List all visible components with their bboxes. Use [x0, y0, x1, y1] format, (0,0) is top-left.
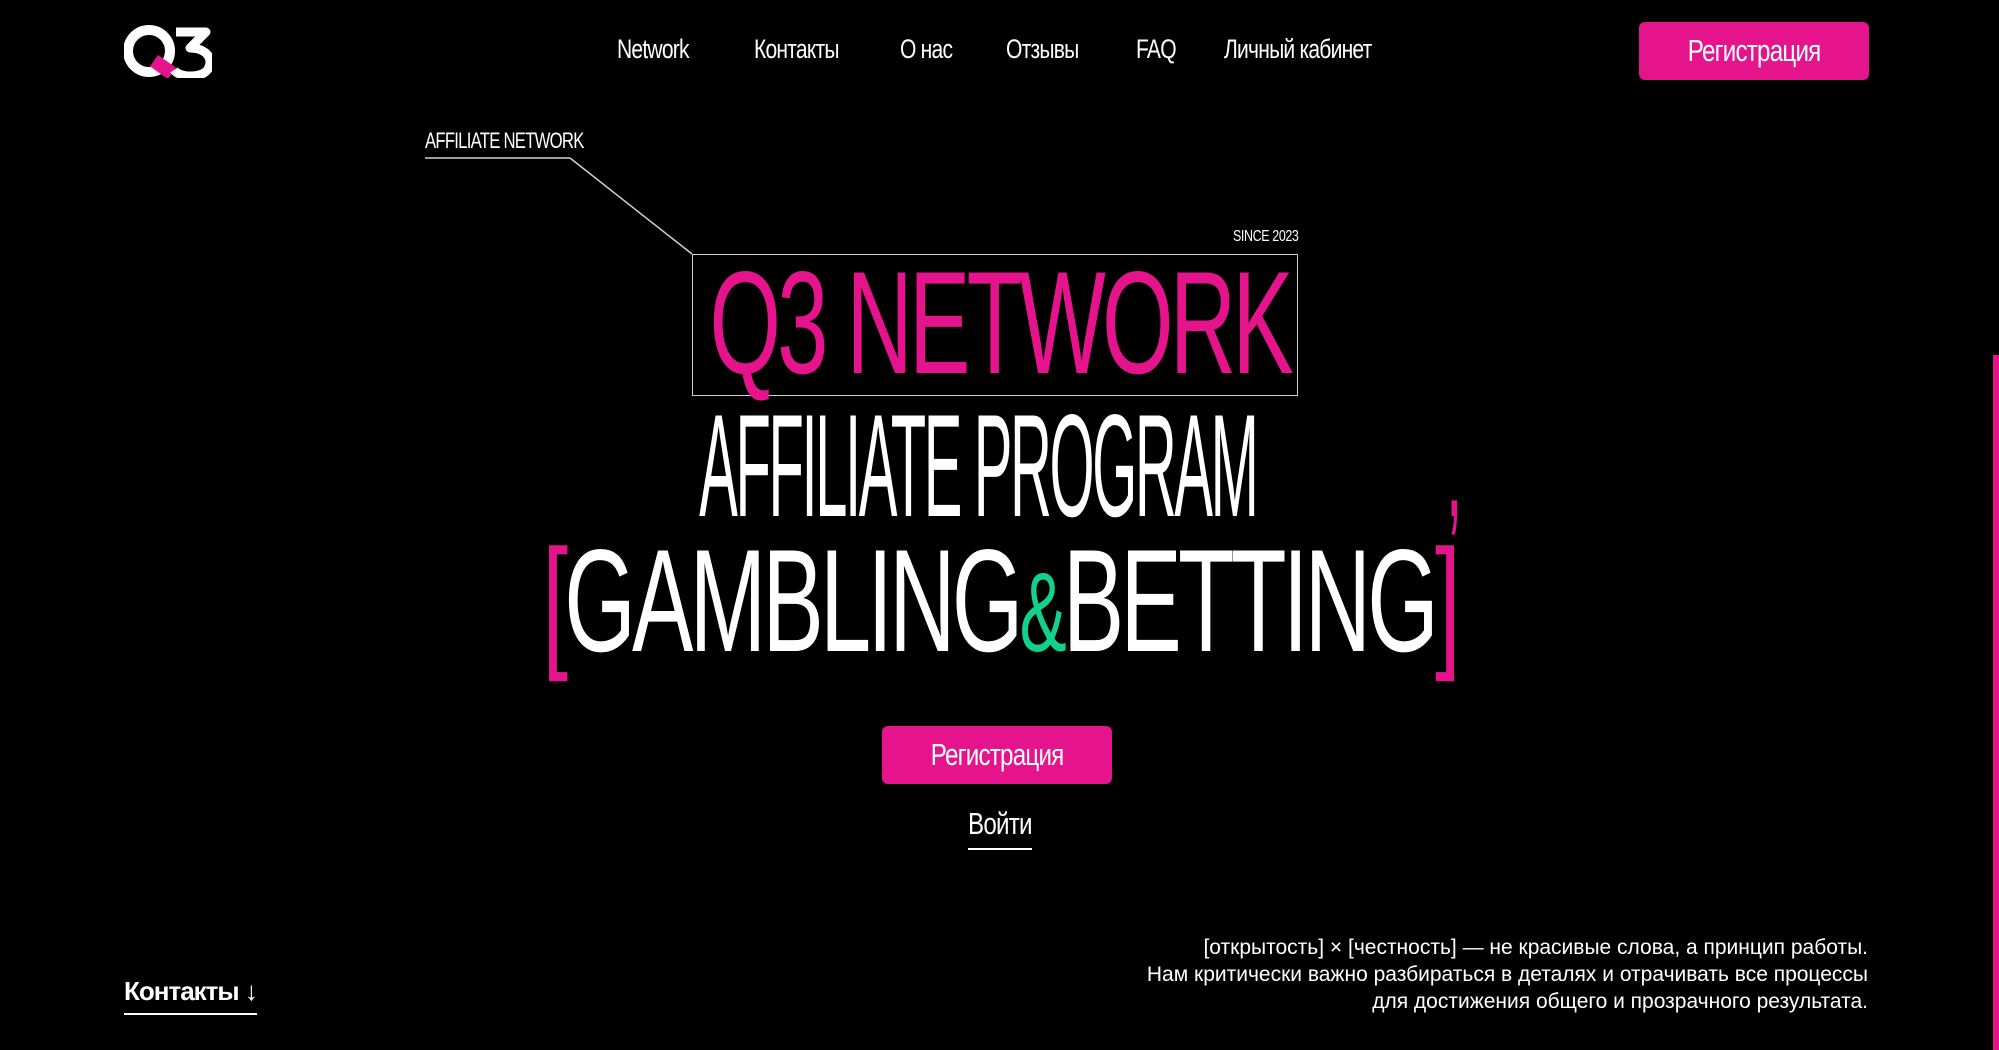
affiliate-network-label: AFFILIATE NETWORK [425, 128, 584, 153]
title-gambling-betting: [GAMBLING&BETTING] [542, 519, 1460, 682]
bracket-close: ] [1434, 519, 1461, 682]
nav-account[interactable]: Личный кабинет [1224, 34, 1372, 65]
login-link[interactable]: Войти [967, 806, 1032, 850]
nav-faq[interactable]: FAQ [1136, 34, 1177, 65]
header-register-button[interactable]: Регистрация [1639, 22, 1869, 80]
title-comma: , [1445, 384, 1462, 547]
manifesto-line: для достижения общего и прозрачного резу… [1372, 990, 1868, 1013]
title-q3-network: Q3 NETWORK [709, 241, 1293, 404]
title-affiliate-program: AFFILIATE PROGRAM , [699, 384, 1462, 547]
contacts-scroll-link[interactable]: Контакты ↓ [124, 976, 258, 1015]
ampersand: & [1019, 550, 1066, 675]
nav-reviews[interactable]: Отзывы [1006, 34, 1079, 65]
nav-about[interactable]: О нас [900, 34, 953, 65]
hero-register-label: Регистрация [930, 737, 1065, 772]
header-register-label: Регистрация [1687, 33, 1822, 68]
manifesto-line: Нам критически важно разбираться в детал… [1146, 963, 1868, 986]
nav-contacts[interactable]: Контакты [754, 34, 840, 65]
login-link-wrap: Войти [0, 806, 1999, 850]
hero-register-button[interactable]: Регистрация [882, 726, 1112, 784]
nav-network[interactable]: Network [617, 34, 690, 65]
bracket-open: [ [542, 519, 568, 682]
manifesto-text: [открытость] × [честность] — не красивые… [968, 934, 1868, 1015]
manifesto-line: [открытость] × [честность] — не красивые… [1203, 936, 1868, 959]
